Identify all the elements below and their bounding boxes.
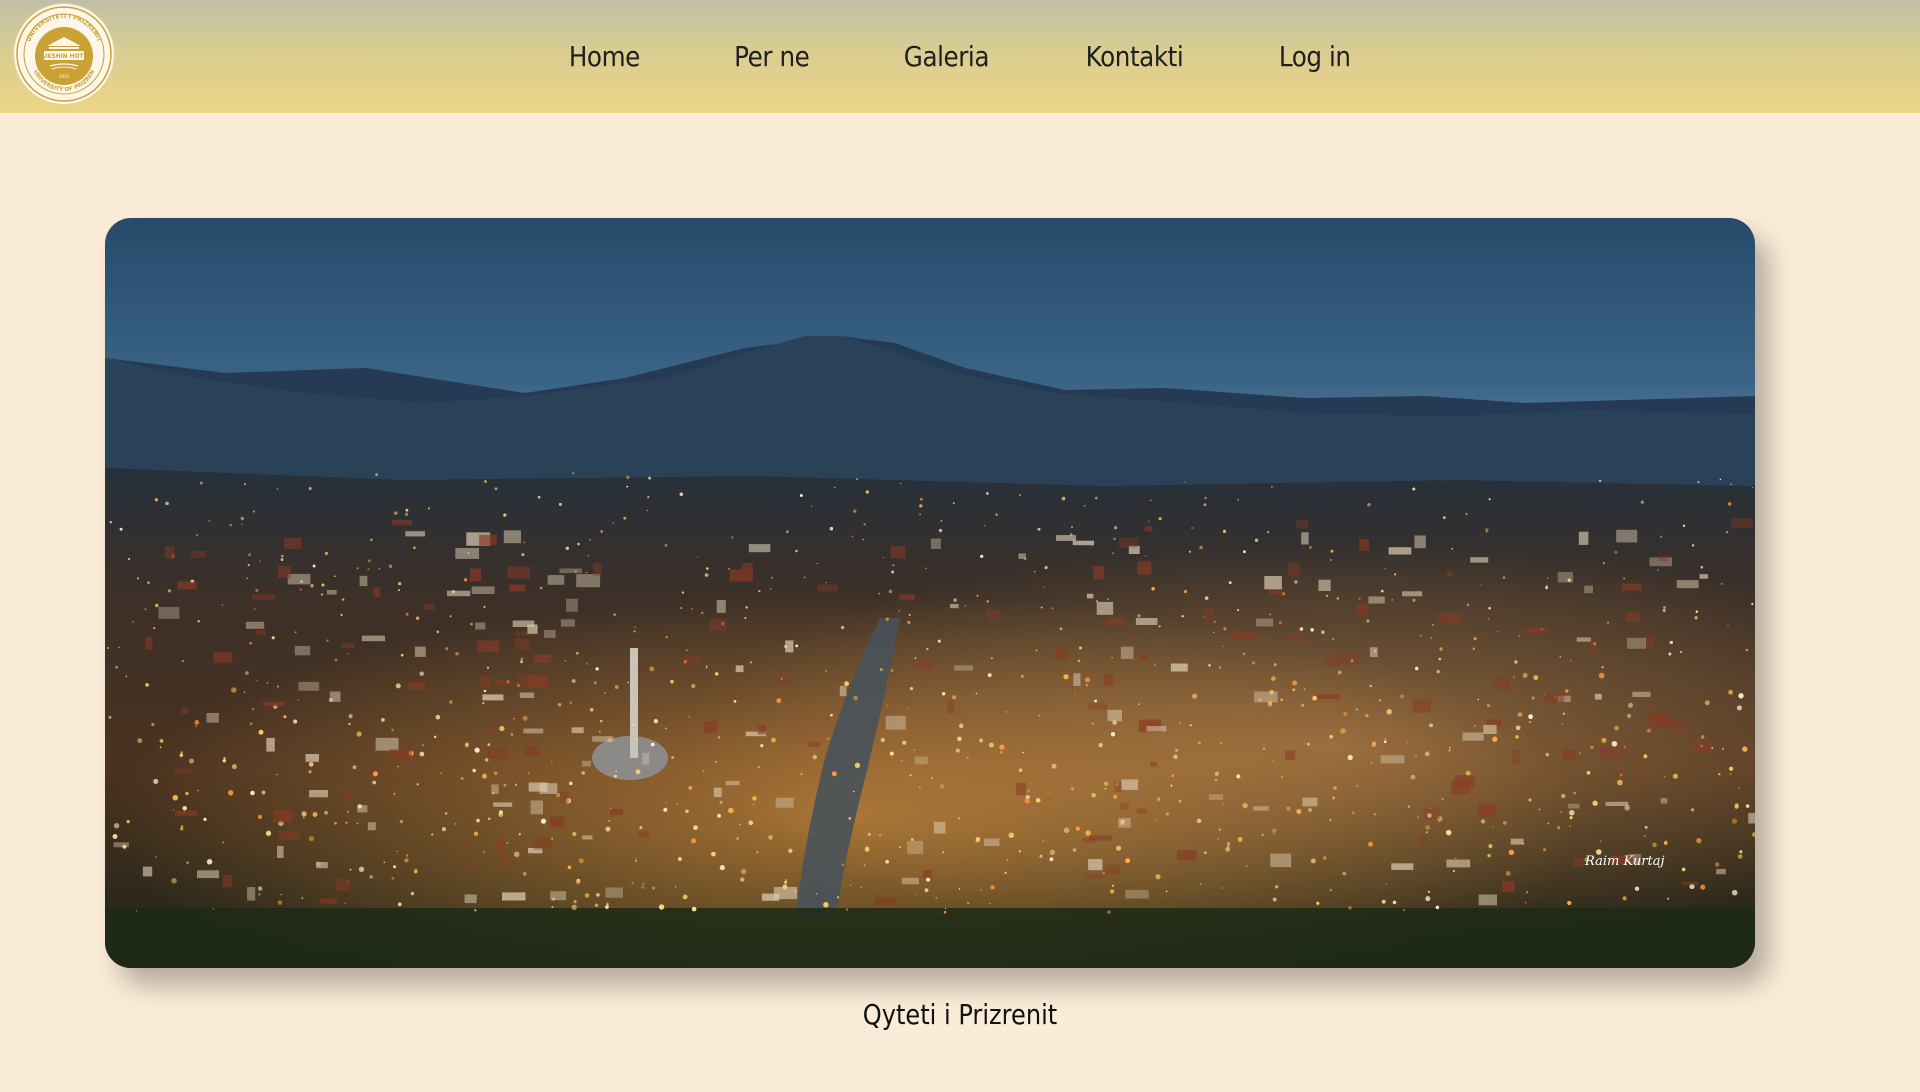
city-panorama-image: Raim Kurtaj [105,218,1755,968]
main-navigation: Home Per ne Galeria Kontakti Log in [0,0,1920,113]
hero-image: Raim Kurtaj [105,218,1755,968]
photo-watermark: Raim Kurtaj [1584,854,1664,869]
nav-home[interactable]: Home [569,40,640,73]
nav-galeria[interactable]: Galeria [904,40,990,73]
hero-caption: Qyteti i Prizrenit [862,998,1058,1031]
nav-kontakti[interactable]: Kontakti [1086,40,1184,73]
nav-log-in[interactable]: Log in [1279,40,1351,73]
nav-per-ne[interactable]: Per ne [734,40,810,73]
top-navbar: UNIVERSITETI I PRIZRENIT UNIVERSITY OF P… [0,0,1920,113]
